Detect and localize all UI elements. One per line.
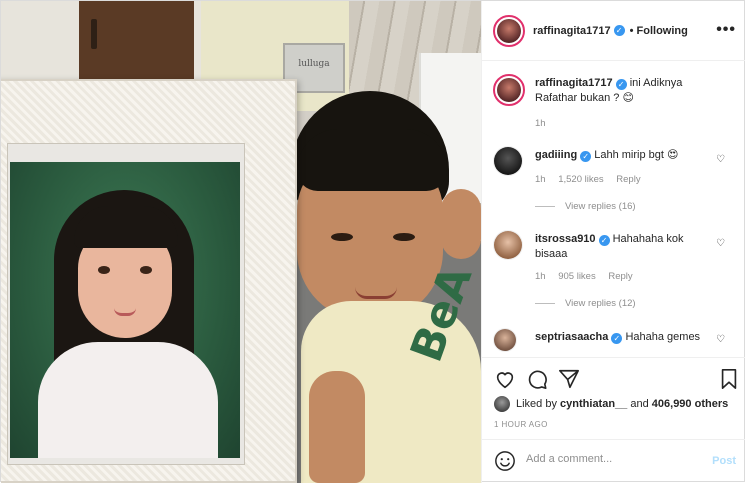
boy-eye-right	[393, 233, 415, 241]
verified-icon: ✓	[613, 25, 625, 36]
comment-avatar[interactable]	[493, 328, 517, 352]
header-separator: •	[629, 24, 634, 37]
liked-by-prefix: Liked by	[516, 398, 557, 410]
comment-username[interactable]: gadiiing	[535, 149, 577, 161]
likes-others-count[interactable]: 406,990 others	[652, 398, 728, 410]
comment-likes[interactable]: 905 likes	[558, 271, 596, 282]
like-heart-icon[interactable]	[494, 368, 516, 390]
comment-username[interactable]: itsrossa910	[535, 233, 596, 245]
frame-mat	[7, 143, 245, 465]
comment-meta: 1h 1,520 likes Reply	[535, 174, 651, 185]
comment-avatar[interactable]	[493, 146, 523, 176]
caption: raffinagita1717 ✓ ini Adiknya Rafathar bu…	[493, 74, 739, 136]
girl-fringe	[74, 206, 178, 248]
liked-by: Liked by cynthiatan__ and 406,990 others	[494, 396, 728, 412]
comment-time: 1h	[535, 271, 546, 282]
post-side-panel: raffinagita1717 ✓ • Following ••• raffin…	[481, 1, 745, 483]
save-bookmark-icon[interactable]	[718, 368, 740, 390]
comment-bubble-icon[interactable]	[526, 368, 548, 390]
comment-body: gadiiing ✓ Lahh mirip bgt 😍	[535, 148, 715, 163]
verified-icon: ✓	[615, 79, 627, 90]
caption-avatar[interactable]	[493, 74, 525, 106]
boy-hand	[309, 371, 365, 483]
comment-avatar[interactable]	[493, 230, 523, 260]
boy-mouth	[355, 287, 397, 299]
reply-button[interactable]: Reply	[616, 174, 640, 185]
instagram-post: lulluga BeA raffinagita1717 ✓ • Followin…	[0, 0, 745, 483]
comment-likes[interactable]: 1,520 likes	[558, 174, 603, 185]
post-timestamp[interactable]: 1 HOUR AGO	[494, 420, 548, 429]
emoji-smiley-icon[interactable]	[494, 450, 516, 472]
comment-like-heart-icon[interactable]: ♡	[716, 154, 725, 165]
comment-body: septriasaacha ✓ Hahaha gemes	[535, 330, 715, 345]
caption-body: raffinagita1717 ✓ ini Adiknya Rafathar bu…	[535, 76, 715, 106]
post-header: raffinagita1717 ✓ • Following •••	[482, 1, 745, 61]
verified-icon: ✓	[611, 333, 623, 344]
comment-username[interactable]: septriasaacha	[535, 331, 608, 343]
comments-list[interactable]: raffinagita1717 ✓ ini Adiknya Rafathar bu…	[482, 62, 745, 356]
comment-item: itsrossa910 ✓ Hahahaha kok bisaaa ♡ 1h 90…	[493, 230, 739, 316]
reply-button[interactable]: Reply	[608, 271, 632, 282]
comment-item: septriasaacha ✓ Hahaha gemes ♡	[493, 328, 739, 356]
author-avatar[interactable]	[493, 14, 525, 47]
comment-item: gadiiing ✓ Lahh mirip bgt 😍 ♡ 1h 1,520 li…	[493, 146, 739, 216]
more-options-icon[interactable]: •••	[716, 21, 736, 39]
comment-like-heart-icon[interactable]: ♡	[716, 334, 725, 345]
girl-eye-left	[98, 266, 110, 274]
comment-meta: 1h 905 likes Reply	[535, 271, 643, 282]
comment-time: 1h	[535, 174, 546, 185]
boy-fringe	[297, 129, 447, 191]
view-replies-button[interactable]: View replies (12)	[535, 298, 636, 309]
comment-text: Lahh mirip bgt 😍	[594, 149, 679, 161]
add-comment-bar: Post	[482, 439, 745, 484]
caption-username[interactable]: raffinagita1717	[535, 77, 613, 89]
verified-icon: ✓	[580, 151, 592, 162]
comment-like-heart-icon[interactable]: ♡	[716, 238, 725, 249]
liker-username[interactable]: cynthiatan__	[560, 398, 627, 410]
following-button[interactable]: Following	[637, 25, 688, 37]
view-replies-button[interactable]: View replies (16)	[535, 201, 636, 212]
share-send-icon[interactable]	[558, 368, 580, 390]
caption-time: 1h	[535, 118, 546, 129]
caption-meta: 1h	[535, 118, 556, 129]
girl-eye-right	[140, 266, 152, 274]
door-handle	[91, 19, 97, 49]
girl-portrait	[10, 162, 240, 458]
comment-body: itsrossa910 ✓ Hahahaha kok bisaaa	[535, 232, 715, 262]
liked-by-connector: and	[630, 398, 649, 410]
action-icons	[494, 368, 737, 392]
boy-eye-left	[331, 233, 353, 241]
post-photo[interactable]: lulluga BeA	[1, 1, 481, 483]
girl-dress	[38, 342, 218, 458]
comment-text: Hahaha gemes	[625, 331, 701, 343]
post-comment-button[interactable]: Post	[712, 455, 736, 467]
post-actions: Liked by cynthiatan__ and 406,990 others…	[482, 357, 745, 483]
author-username[interactable]: raffinagita1717	[533, 25, 611, 37]
boy-arm	[441, 189, 481, 259]
comment-input[interactable]	[526, 453, 706, 465]
liker-avatar[interactable]	[494, 396, 510, 412]
verified-icon: ✓	[598, 235, 610, 246]
picture-frame	[1, 79, 297, 483]
